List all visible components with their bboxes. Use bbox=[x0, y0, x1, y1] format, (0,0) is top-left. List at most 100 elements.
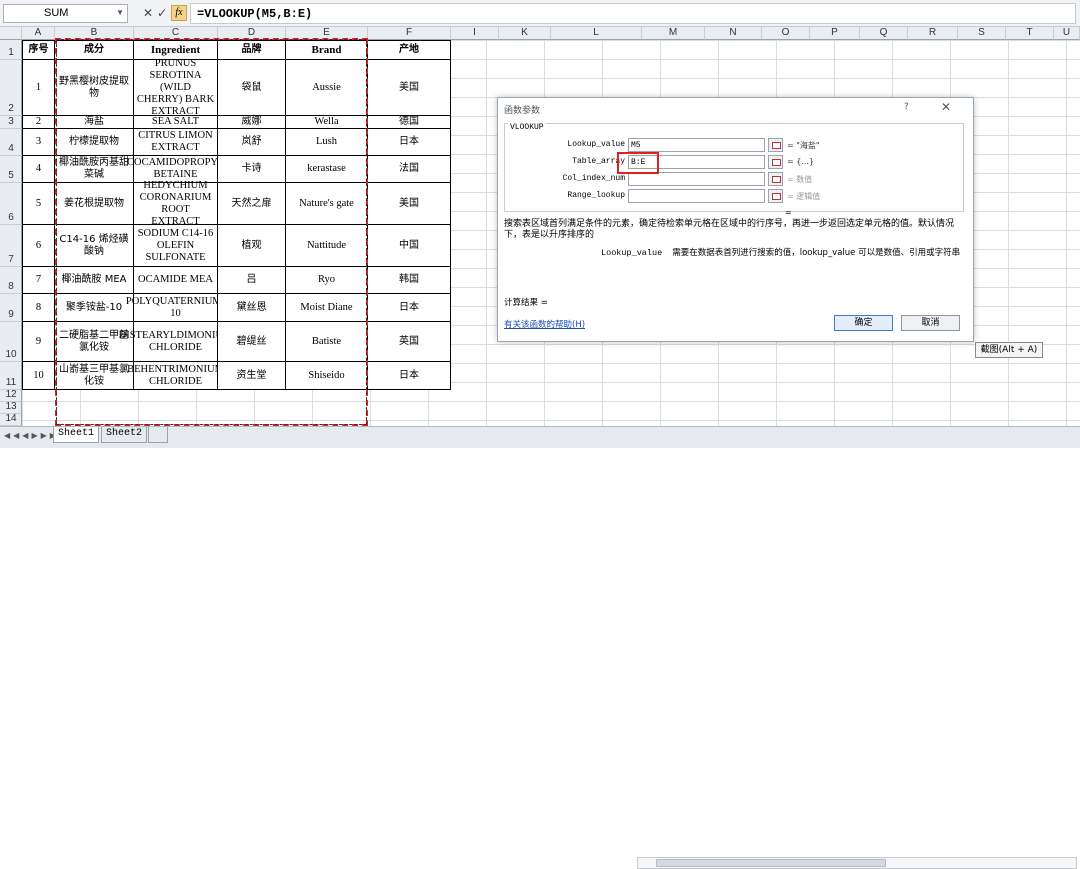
row-header[interactable]: 7 bbox=[0, 225, 22, 267]
table-cell[interactable]: Ryo bbox=[286, 267, 368, 294]
column-header[interactable]: S bbox=[958, 27, 1006, 40]
table-cell[interactable]: OCAMIDE MEA bbox=[134, 267, 218, 294]
scrollbar-thumb[interactable] bbox=[656, 859, 886, 867]
table-cell[interactable]: Shiseido bbox=[286, 362, 368, 390]
table-cell[interactable]: 日本 bbox=[368, 294, 451, 322]
table-cell[interactable]: 吕 bbox=[218, 267, 286, 294]
table-cell[interactable]: 1 bbox=[22, 60, 55, 116]
table-cell[interactable]: 海盐 bbox=[55, 116, 134, 129]
range-picker-icon[interactable] bbox=[768, 138, 783, 152]
table-cell[interactable]: 日本 bbox=[368, 362, 451, 390]
table-cell[interactable]: 德国 bbox=[368, 116, 451, 129]
column-header[interactable]: B bbox=[55, 27, 134, 40]
table-cell[interactable]: 10 bbox=[22, 362, 55, 390]
sheet-tab-sheet2[interactable]: Sheet2 bbox=[101, 427, 148, 443]
table-cell[interactable]: 山嵛基三甲基氯化铵 bbox=[55, 362, 134, 390]
table-cell[interactable]: HEDYCHIUM CORONARIUM ROOT EXTRACT bbox=[134, 180, 218, 227]
ok-button[interactable]: 确定 bbox=[834, 315, 893, 331]
row-header[interactable]: 9 bbox=[0, 294, 22, 322]
table-cell[interactable]: SEA SALT bbox=[134, 116, 218, 129]
new-sheet-icon[interactable] bbox=[148, 427, 168, 443]
table-cell[interactable]: 碧缇丝 bbox=[218, 322, 286, 362]
table-cell[interactable]: BEHENTRIMONIUM CHLORIDE bbox=[127, 362, 224, 390]
column-header[interactable]: T bbox=[1006, 27, 1054, 40]
table-cell[interactable]: PRUNUS SEROTINA (WILD CHERRY) BARK EXTRA… bbox=[134, 58, 218, 117]
row-header[interactable]: 6 bbox=[0, 183, 22, 225]
table-cell[interactable]: Nattitude bbox=[286, 225, 368, 267]
sheet-tab-sheet1[interactable]: Sheet1 bbox=[53, 427, 100, 443]
table-cell[interactable]: 资生堂 bbox=[218, 362, 286, 390]
column-header[interactable]: F bbox=[368, 27, 451, 40]
row-header[interactable]: 14 bbox=[0, 413, 22, 426]
table-cell[interactable]: 柠檬提取物 bbox=[55, 129, 134, 156]
table-cell[interactable]: 天然之扉 bbox=[218, 183, 286, 225]
column-header[interactable]: C bbox=[134, 27, 218, 40]
table-cell[interactable]: 7 bbox=[22, 267, 55, 294]
table-header-cell[interactable]: 成分 bbox=[55, 40, 134, 60]
table-cell[interactable]: 袋鼠 bbox=[218, 60, 286, 116]
table-cell[interactable]: DISTEARYLDIMONIUM CHLORIDE bbox=[119, 322, 232, 362]
column-header[interactable]: U bbox=[1054, 27, 1080, 40]
table-cell[interactable]: 法国 bbox=[368, 156, 451, 183]
table-cell[interactable]: CITRUS LIMON EXTRACT bbox=[134, 129, 218, 156]
table-cell[interactable]: 美国 bbox=[368, 60, 451, 116]
row-header[interactable]: 11 bbox=[0, 362, 22, 390]
row-header[interactable]: 8 bbox=[0, 267, 22, 294]
table-cell[interactable]: 英国 bbox=[368, 322, 451, 362]
table-cell[interactable]: C14-16 烯烃磺酸钠 bbox=[55, 225, 134, 267]
table-cell[interactable]: Moist Diane bbox=[286, 294, 368, 322]
formula-input[interactable]: =VLOOKUP(M5,B:E) bbox=[190, 3, 1076, 24]
table-cell[interactable]: 植观 bbox=[218, 225, 286, 267]
row-header[interactable]: 10 bbox=[0, 322, 22, 362]
column-header[interactable]: O bbox=[762, 27, 810, 40]
table-cell[interactable]: 中国 bbox=[368, 225, 451, 267]
column-header[interactable]: L bbox=[551, 27, 642, 40]
insert-function-icon[interactable]: fx bbox=[171, 5, 187, 21]
table-header-cell[interactable]: 产地 bbox=[368, 40, 451, 60]
table-cell[interactable]: Lush bbox=[286, 129, 368, 156]
column-header[interactable]: P bbox=[810, 27, 860, 40]
table-cell[interactable]: Aussie bbox=[286, 60, 368, 116]
table-cell[interactable]: 姜花根提取物 bbox=[55, 183, 134, 225]
column-header[interactable]: M bbox=[642, 27, 705, 40]
table-cell[interactable]: 椰油酰胺 MEA bbox=[55, 267, 134, 294]
table-cell[interactable]: 5 bbox=[22, 183, 55, 225]
range-lookup-input[interactable] bbox=[628, 189, 765, 203]
range-picker-icon[interactable] bbox=[768, 155, 783, 169]
col-index-num-input[interactable] bbox=[628, 172, 765, 186]
row-header[interactable]: 3 bbox=[0, 116, 22, 129]
column-header[interactable]: D bbox=[218, 27, 286, 40]
table-cell[interactable]: 9 bbox=[22, 322, 55, 362]
row-header[interactable]: 4 bbox=[0, 129, 22, 156]
table-cell[interactable]: 野黑樱树皮提取物 bbox=[55, 60, 134, 116]
table-cell[interactable]: 岚舒 bbox=[218, 129, 286, 156]
column-header[interactable]: A bbox=[22, 27, 55, 40]
table-cell[interactable]: 聚季铵盐-10 bbox=[55, 294, 134, 322]
table-cell[interactable]: 黛丝恩 bbox=[218, 294, 286, 322]
column-header[interactable]: I bbox=[451, 27, 499, 40]
table-cell[interactable]: 韩国 bbox=[368, 267, 451, 294]
table-cell[interactable]: SODIUM C14-16 OLEFIN SULFONATE bbox=[134, 225, 218, 267]
table-cell[interactable]: Wella bbox=[286, 116, 368, 129]
close-icon[interactable]: ✕ bbox=[941, 100, 951, 114]
table-cell[interactable]: 美国 bbox=[368, 183, 451, 225]
table-cell[interactable]: 8 bbox=[22, 294, 55, 322]
enter-formula-icon[interactable]: ✓ bbox=[155, 5, 169, 21]
column-header[interactable]: K bbox=[499, 27, 551, 40]
table-array-input[interactable]: B:E bbox=[628, 155, 765, 169]
table-cell[interactable]: 6 bbox=[22, 225, 55, 267]
select-all-corner[interactable] bbox=[0, 27, 22, 40]
table-header-cell[interactable]: 品牌 bbox=[218, 40, 286, 60]
row-header[interactable]: 5 bbox=[0, 156, 22, 183]
table-cell[interactable]: kerastase bbox=[286, 156, 368, 183]
table-cell[interactable]: 卡诗 bbox=[218, 156, 286, 183]
sheet-nav-arrows-icon[interactable]: ◀◀◀▶▶▶ bbox=[4, 431, 59, 440]
table-cell[interactable]: 威娜 bbox=[218, 116, 286, 129]
column-header[interactable]: E bbox=[286, 27, 368, 40]
table-cell[interactable]: 2 bbox=[22, 116, 55, 129]
lookup-value-input[interactable]: M5 bbox=[628, 138, 765, 152]
table-cell[interactable]: 椰油酰胺丙基甜菜碱 bbox=[55, 156, 134, 183]
table-cell[interactable]: 日本 bbox=[368, 129, 451, 156]
table-cell[interactable]: POLYQUATERNIUM-10 bbox=[126, 294, 225, 322]
table-cell[interactable]: 4 bbox=[22, 156, 55, 183]
